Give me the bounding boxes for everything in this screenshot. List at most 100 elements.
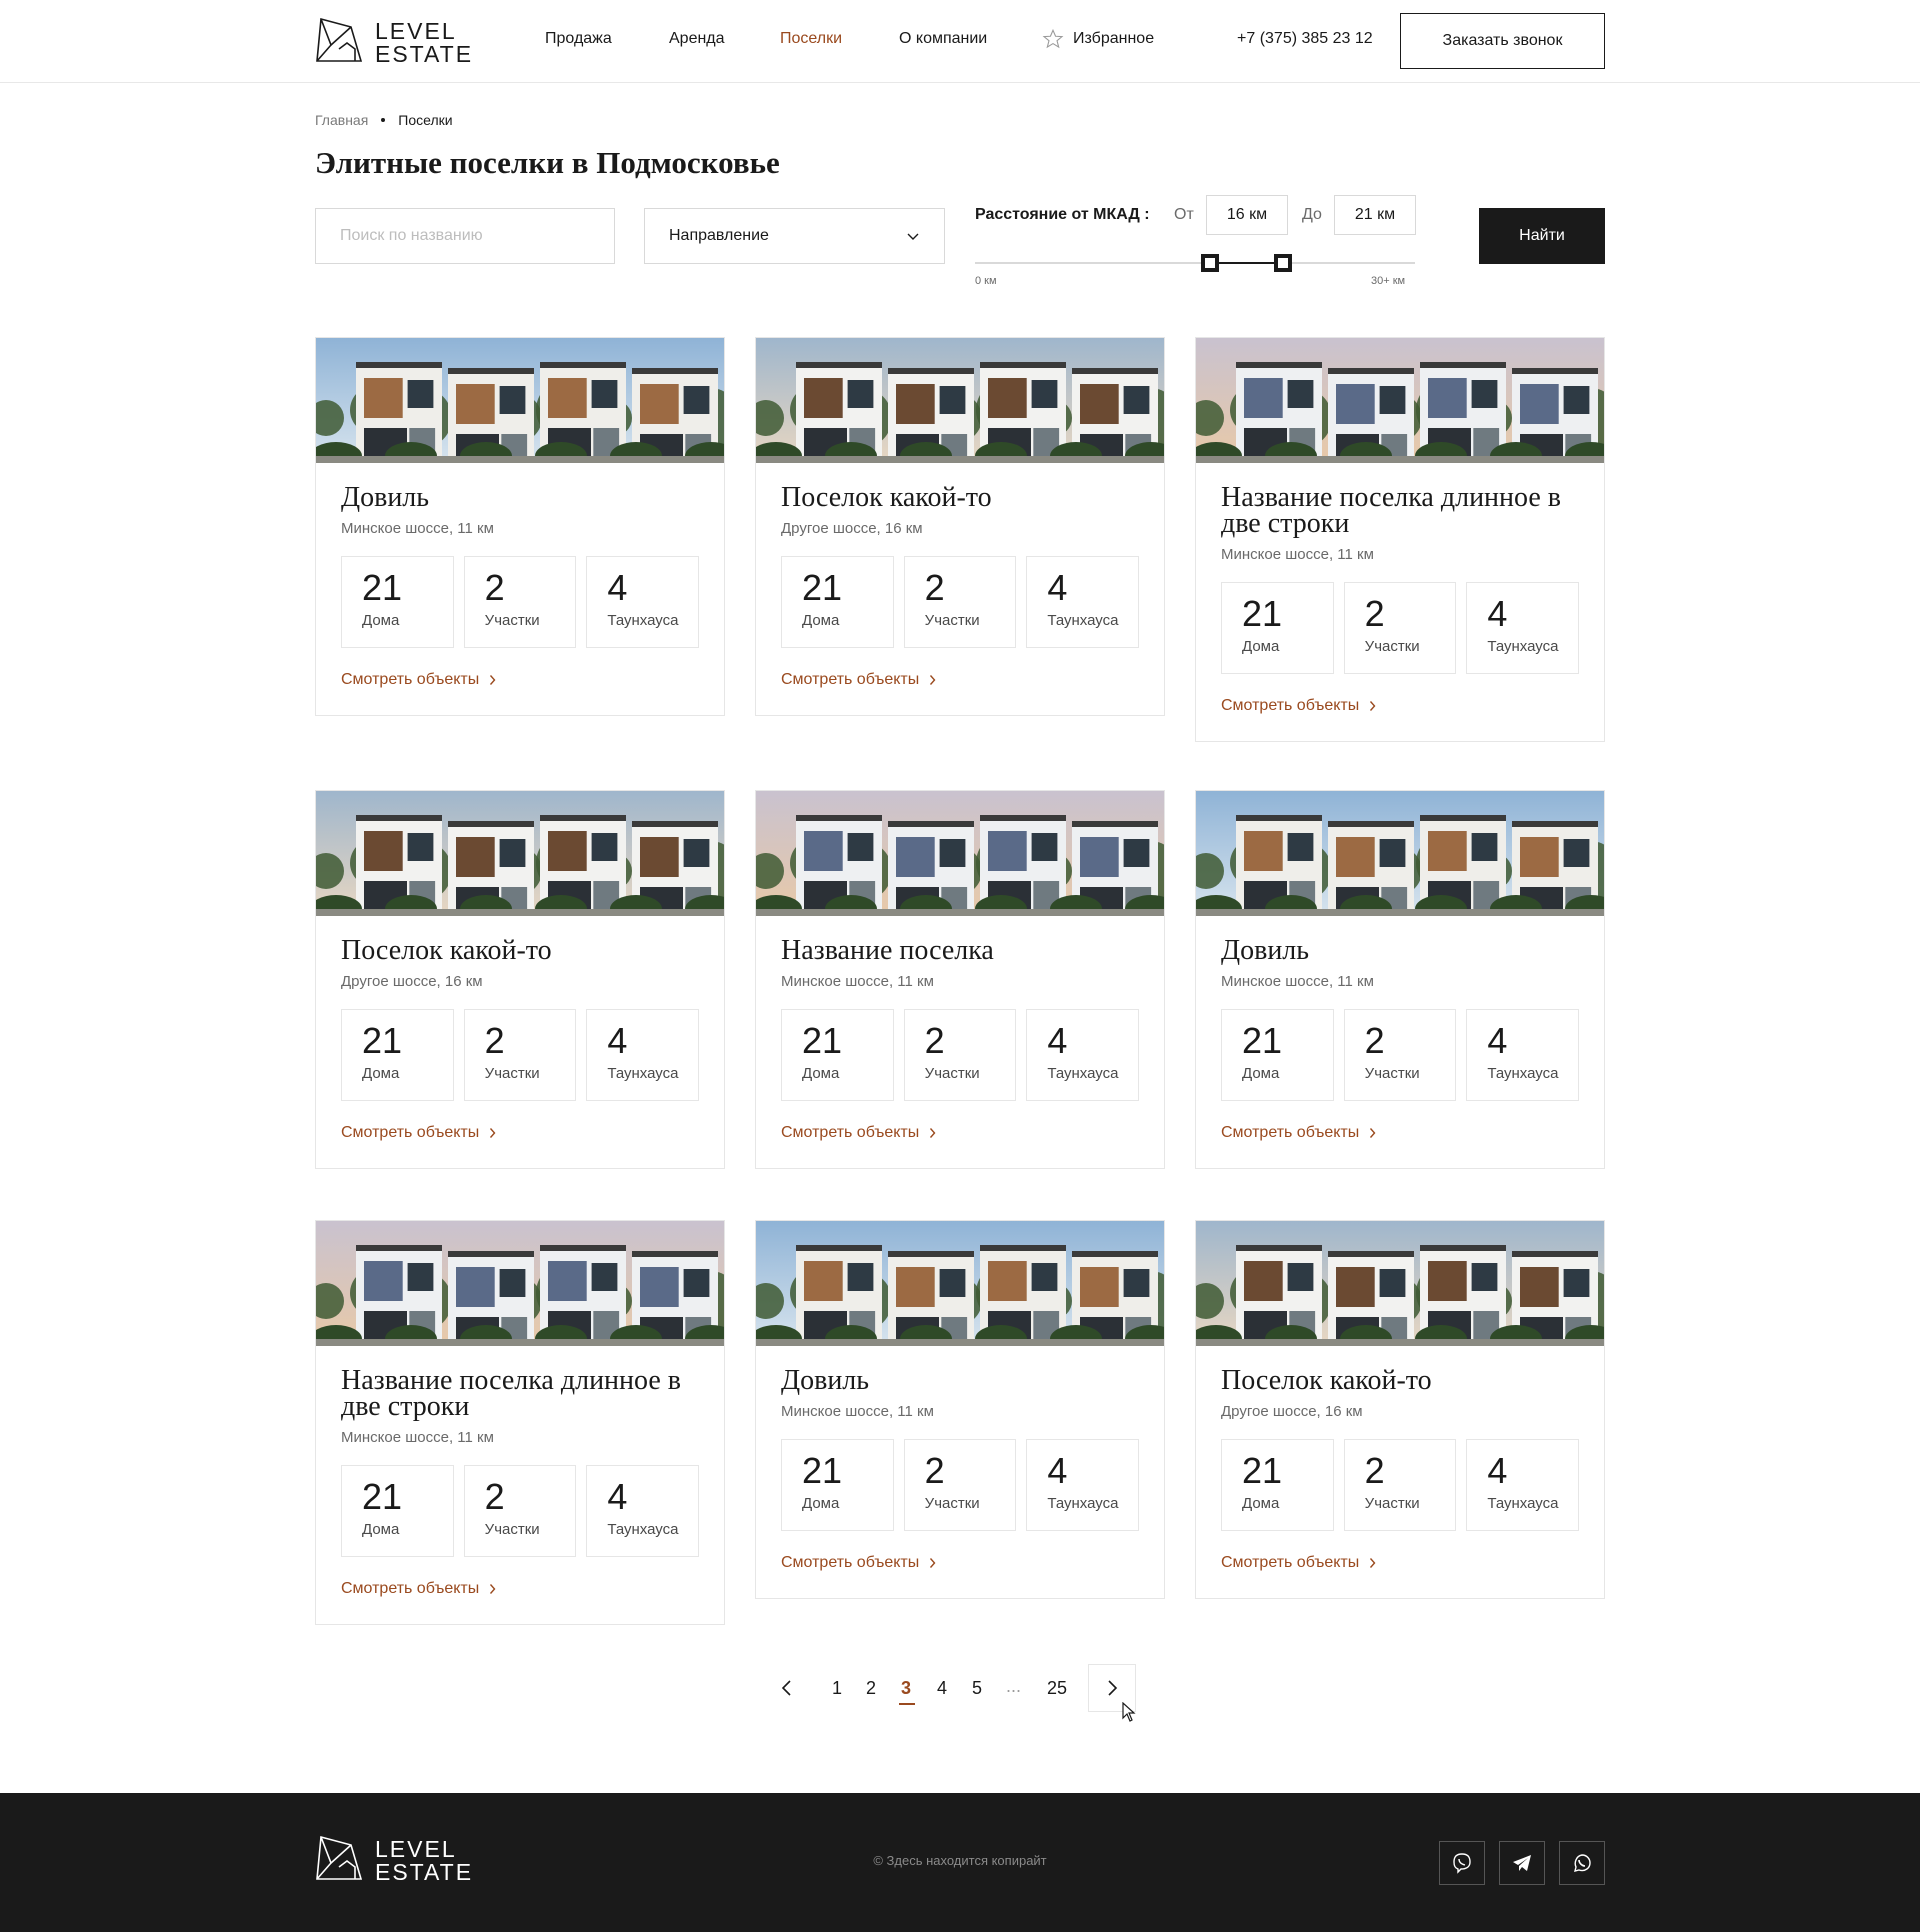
stat-townhouses-count: 4 bbox=[607, 567, 628, 608]
breadcrumb-current: Поселки bbox=[398, 112, 453, 128]
village-title[interactable]: Название поселка длинное в две строки bbox=[1221, 484, 1579, 538]
pagination-ellipsis: ... bbox=[1006, 1676, 1022, 1696]
star-icon[interactable] bbox=[1042, 28, 1064, 50]
range-to-label: До bbox=[1302, 206, 1322, 223]
phone-number[interactable]: +7 (375) 385 23 12 bbox=[1237, 28, 1373, 50]
view-objects-link[interactable]: Смотреть объекты bbox=[781, 670, 1139, 690]
chevron-down-icon bbox=[907, 233, 919, 240]
view-objects-link[interactable]: Смотреть объекты bbox=[1221, 1123, 1579, 1143]
village-location: Другое шоссе, 16 км bbox=[1221, 1403, 1363, 1420]
village-title[interactable]: Название поселка длинное в две строки bbox=[341, 1367, 699, 1421]
stat-houses-label: Дома bbox=[362, 612, 400, 629]
stat-plots-label: Участки bbox=[924, 1065, 980, 1082]
site-header: LEVEL ESTATE Продажа Аренда Поселки О ко… bbox=[0, 0, 1920, 83]
village-stats: 21 Дома 2 Участки 4 Таунхауса bbox=[781, 1439, 1140, 1531]
village-title[interactable]: Довиль bbox=[1221, 937, 1579, 965]
stat-townhouses: 4 Таунхауса bbox=[1026, 1009, 1140, 1101]
stat-plots: 2 Участки bbox=[463, 556, 577, 648]
stat-houses-count: 21 bbox=[362, 1476, 403, 1517]
distance-slider-handle-max[interactable] bbox=[1274, 254, 1292, 272]
village-card[interactable]: Название поселка длинное в две строки Ми… bbox=[1195, 337, 1605, 742]
stat-plots-count: 2 bbox=[1364, 1020, 1385, 1061]
pagination-page-last[interactable]: 25 bbox=[1047, 1676, 1067, 1700]
village-card[interactable]: Довиль Минское шоссе, 11 км 21 Дома 2 Уч… bbox=[315, 337, 725, 716]
logo-text: LEVEL ESTATE bbox=[375, 20, 473, 66]
village-card[interactable]: Поселок какой-то Другое шоссе, 16 км 21 … bbox=[755, 337, 1165, 716]
view-objects-link[interactable]: Смотреть объекты bbox=[1221, 1553, 1579, 1573]
pagination-page-2[interactable]: 2 bbox=[866, 1676, 876, 1700]
stat-houses-count: 21 bbox=[1242, 593, 1283, 634]
stat-houses-label: Дома bbox=[802, 1065, 840, 1082]
view-objects-link[interactable]: Смотреть объекты bbox=[781, 1553, 1139, 1573]
stat-townhouses: 4 Таунхауса bbox=[586, 1009, 700, 1101]
telegram-button[interactable] bbox=[1499, 1841, 1545, 1885]
village-title[interactable]: Поселок какой-то bbox=[341, 937, 699, 965]
logo[interactable]: LEVEL ESTATE bbox=[315, 15, 471, 67]
stat-houses: 21 Дома bbox=[341, 1465, 454, 1557]
range-from-label: От bbox=[1174, 206, 1194, 223]
village-title[interactable]: Довиль bbox=[781, 1367, 1139, 1395]
view-objects-link[interactable]: Смотреть объекты bbox=[341, 670, 699, 690]
village-card[interactable]: Название поселка Минское шоссе, 11 км 21… bbox=[755, 790, 1165, 1169]
range-to-input[interactable]: 21 км bbox=[1334, 195, 1416, 235]
stat-townhouses-label: Таунхауса bbox=[607, 612, 679, 629]
village-title[interactable]: Поселок какой-то bbox=[1221, 1367, 1579, 1395]
stat-houses: 21 Дома bbox=[781, 556, 894, 648]
view-objects-link[interactable]: Смотреть объекты bbox=[1221, 696, 1579, 716]
pagination-page-4[interactable]: 4 bbox=[937, 1676, 947, 1700]
stat-plots-count: 2 bbox=[924, 1020, 945, 1061]
stat-townhouses-label: Таунхауса bbox=[1047, 1065, 1119, 1082]
pagination-page-3[interactable]: 3 bbox=[901, 1676, 911, 1700]
pagination-prev-button[interactable] bbox=[763, 1664, 811, 1712]
stat-houses: 21 Дома bbox=[1221, 582, 1334, 674]
request-call-button[interactable]: Заказать звонок bbox=[1400, 13, 1605, 69]
village-title[interactable]: Название поселка bbox=[781, 937, 1139, 965]
distance-slider-handle-min[interactable] bbox=[1200, 254, 1219, 272]
nav-favorites[interactable]: Избранное bbox=[1073, 28, 1154, 50]
view-objects-link[interactable]: Смотреть объекты bbox=[341, 1123, 699, 1143]
village-card-body: Довиль Минское шоссе, 11 км 21 Дома 2 Уч… bbox=[316, 463, 724, 715]
distance-slider-track[interactable] bbox=[975, 262, 1415, 264]
nav-sale[interactable]: Продажа bbox=[545, 28, 612, 50]
pagination-page-1[interactable]: 1 bbox=[832, 1676, 842, 1700]
view-objects-link[interactable]: Смотреть объекты bbox=[341, 1579, 699, 1599]
view-objects-link[interactable]: Смотреть объекты bbox=[781, 1123, 1139, 1143]
stat-houses-label: Дома bbox=[362, 1065, 400, 1082]
village-card[interactable]: Довиль Минское шоссе, 11 км 21 Дома 2 Уч… bbox=[755, 1220, 1165, 1599]
village-card[interactable]: Название поселка длинное в две строки Ми… bbox=[315, 1220, 725, 1625]
pagination-page-5[interactable]: 5 bbox=[972, 1676, 982, 1700]
stat-plots-count: 2 bbox=[924, 567, 945, 608]
stat-houses: 21 Дома bbox=[781, 1009, 894, 1101]
find-button[interactable]: Найти bbox=[1479, 208, 1605, 264]
village-card[interactable]: Поселок какой-то Другое шоссе, 16 км 21 … bbox=[315, 790, 725, 1169]
village-title[interactable]: Поселок какой-то bbox=[781, 484, 1139, 512]
stat-plots-label: Участки bbox=[924, 1495, 980, 1512]
stat-houses-label: Дома bbox=[802, 612, 840, 629]
stat-plots-label: Участки bbox=[484, 612, 540, 629]
nav-villages[interactable]: Поселки bbox=[780, 28, 842, 50]
chevron-right-icon bbox=[930, 1558, 936, 1568]
village-photo bbox=[756, 338, 1164, 463]
nav-about[interactable]: О компании bbox=[899, 28, 987, 50]
village-stats: 21 Дома 2 Участки 4 Таунхауса bbox=[781, 556, 1140, 648]
village-stats: 21 Дома 2 Участки 4 Таунхауса bbox=[781, 1009, 1140, 1101]
village-card[interactable]: Поселок какой-то Другое шоссе, 16 км 21 … bbox=[1195, 1220, 1605, 1599]
whatsapp-button[interactable] bbox=[1559, 1841, 1605, 1885]
stat-townhouses: 4 Таунхауса bbox=[586, 1465, 700, 1557]
stat-townhouses-label: Таунхауса bbox=[1487, 1065, 1559, 1082]
search-input[interactable] bbox=[315, 208, 615, 264]
village-location: Минское шоссе, 11 км bbox=[341, 520, 494, 537]
nav-rent[interactable]: Аренда bbox=[669, 28, 725, 50]
pagination-active-indicator bbox=[899, 1703, 915, 1705]
village-card[interactable]: Довиль Минское шоссе, 11 км 21 Дома 2 Уч… bbox=[1195, 790, 1605, 1169]
breadcrumb-home[interactable]: Главная bbox=[315, 110, 368, 130]
village-location: Минское шоссе, 11 км bbox=[781, 973, 934, 990]
stat-plots: 2 Участки bbox=[1343, 1009, 1457, 1101]
stat-houses: 21 Дома bbox=[1221, 1009, 1334, 1101]
village-title[interactable]: Довиль bbox=[341, 484, 699, 512]
range-from-input[interactable]: 16 км bbox=[1206, 195, 1288, 235]
village-stats: 21 Дома 2 Участки 4 Таунхауса bbox=[1221, 1439, 1580, 1531]
viber-button[interactable] bbox=[1439, 1841, 1485, 1885]
direction-select[interactable]: Направление bbox=[644, 208, 945, 264]
village-card-body: Поселок какой-то Другое шоссе, 16 км 21 … bbox=[756, 463, 1164, 715]
